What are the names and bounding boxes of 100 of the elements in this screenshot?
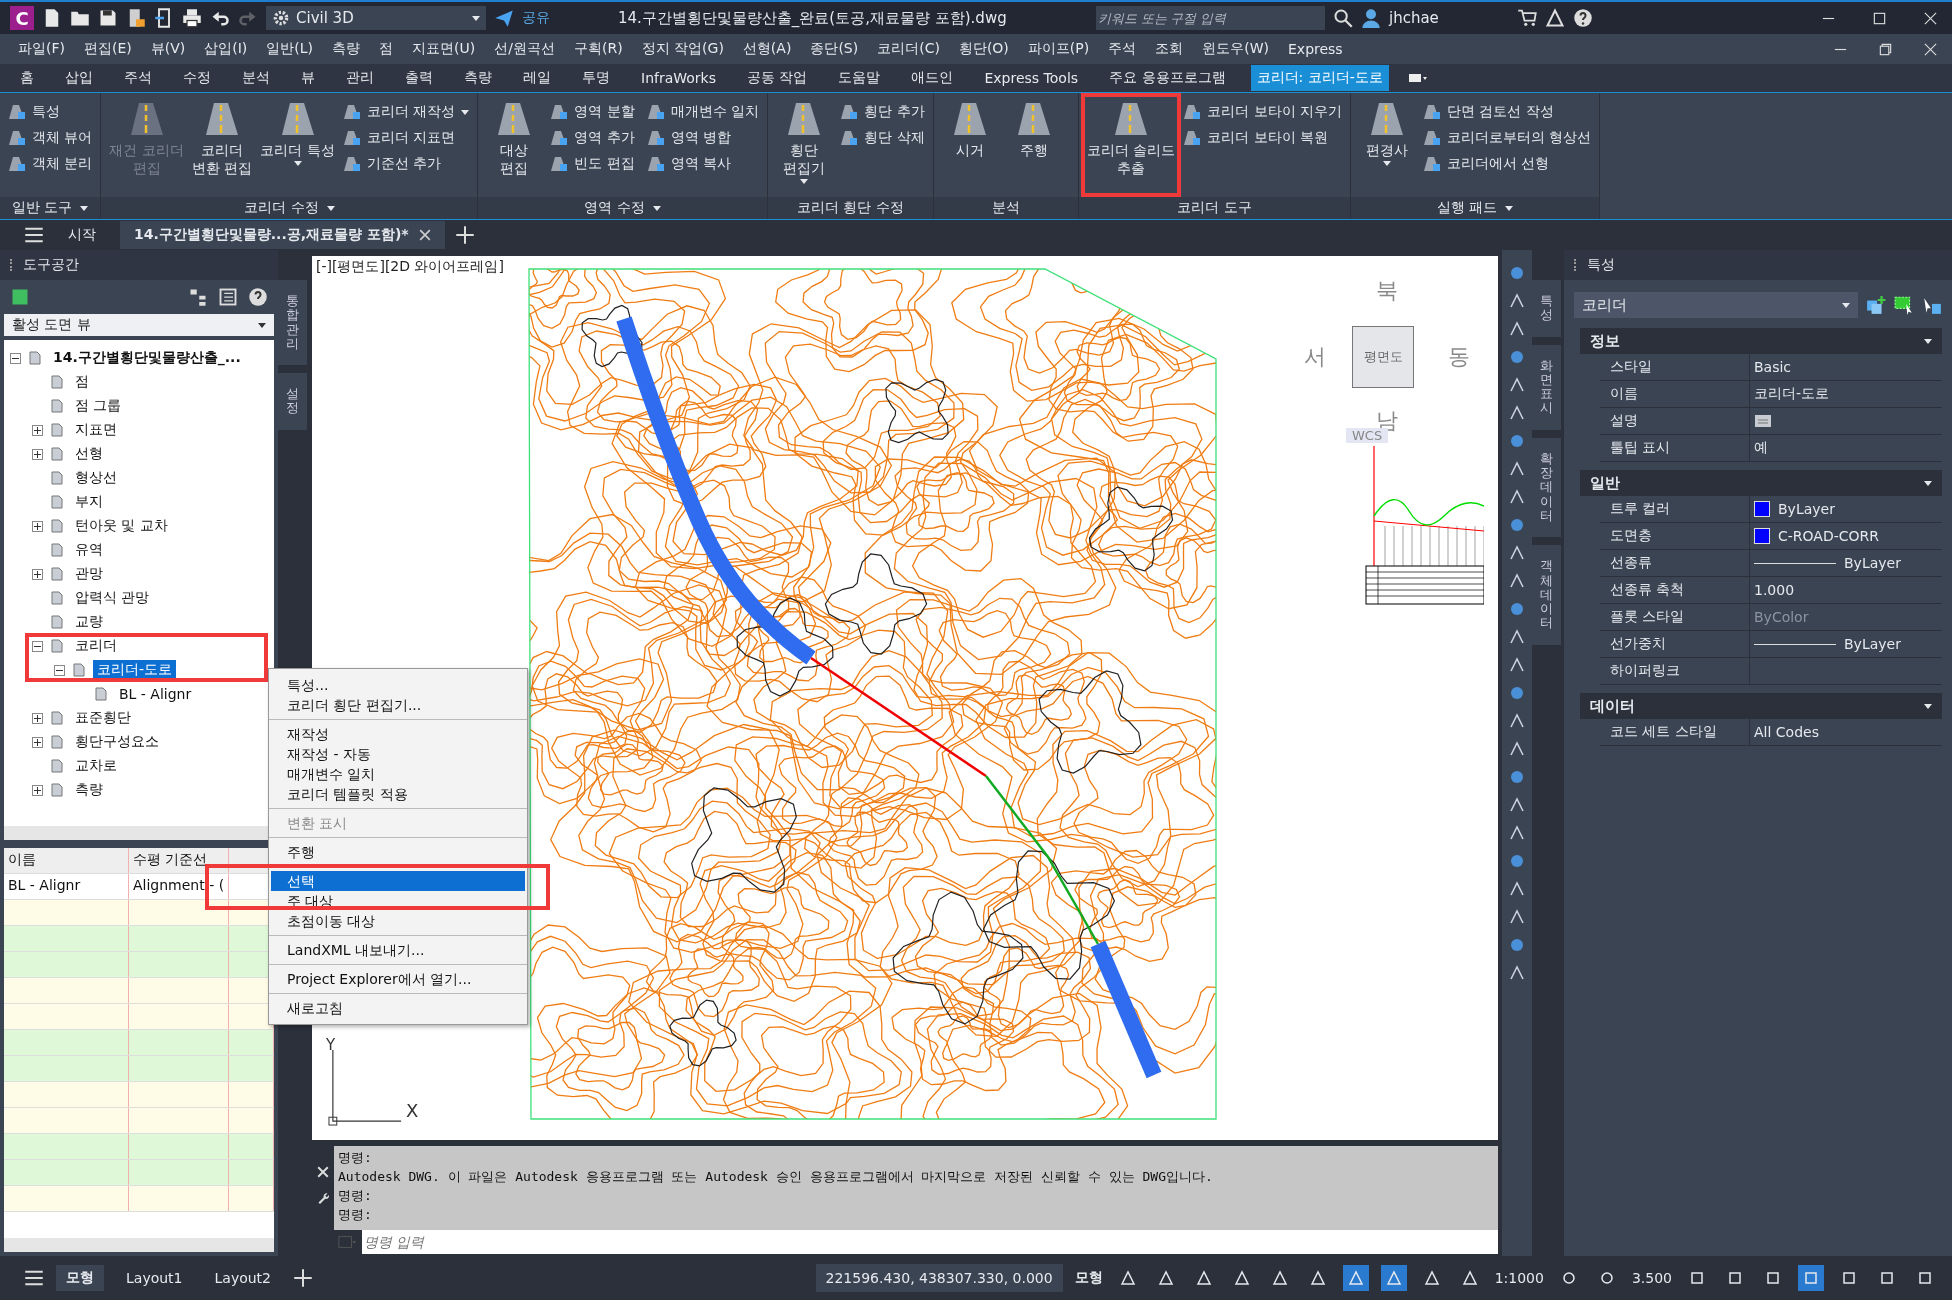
layout-tab[interactable]: Layout1 (116, 1266, 193, 1290)
section-header[interactable]: 정보 (1580, 328, 1942, 354)
annotation-scale[interactable]: 1:1000 (1494, 1270, 1544, 1286)
expand-toggle[interactable] (54, 664, 65, 676)
menu-item[interactable]: Express (1288, 41, 1343, 57)
tree-item[interactable]: 14.구간별횡단및물량산출_... (49, 348, 245, 368)
side-tab[interactable]: 통합관리 (278, 280, 307, 366)
print-icon[interactable] (182, 8, 202, 28)
expand-toggle[interactable] (32, 568, 43, 580)
tree-row[interactable]: 교차로 (4, 754, 274, 778)
property-value[interactable]: ByLayer (1844, 636, 1901, 652)
expand-toggle[interactable] (32, 640, 43, 652)
coordinates-readout[interactable]: 221596.430, 438307.330, 0.000 (815, 1264, 1063, 1292)
list-icon[interactable] (218, 287, 238, 307)
object-type-dropdown[interactable]: 코리더 (1574, 292, 1858, 318)
menu-item[interactable]: 횡단(O) (958, 40, 1009, 58)
property-value[interactable]: 1.000 (1754, 582, 1795, 598)
close-icon[interactable] (1923, 41, 1938, 57)
ribbon-tab[interactable]: 도움말 (832, 65, 887, 91)
tool-icon[interactable] (1508, 880, 1526, 898)
restore-icon[interactable] (1878, 41, 1893, 57)
elevation-readout[interactable]: 3.500 (1631, 1270, 1672, 1286)
tree-row[interactable]: 형상선 (4, 466, 274, 490)
tree-item[interactable]: 부지 (71, 492, 107, 512)
ribbon-tab[interactable]: 관리 (340, 65, 380, 91)
tree-row[interactable]: 압력식 관망 (4, 586, 274, 610)
view-cube[interactable]: 평면도 (1352, 326, 1414, 388)
ribbon-tab[interactable]: 투명 (576, 65, 616, 91)
menu-item[interactable]: 주석 (1108, 40, 1137, 58)
side-tab[interactable]: 특성 (1532, 280, 1561, 337)
ribbon-tab[interactable]: 수정 (177, 65, 217, 91)
ribbon-button[interactable]: 횡단 추가 (840, 99, 925, 125)
tool-icon[interactable] (1508, 516, 1526, 534)
ribbon-tab[interactable]: Express Tools (978, 66, 1085, 90)
tool-icon[interactable] (1508, 908, 1526, 926)
tree-row[interactable]: 횡단구성요소 (4, 730, 274, 754)
status-toggle[interactable] (1342, 1265, 1369, 1291)
panel-title[interactable]: 영역 수정 (478, 197, 768, 219)
ribbon-button[interactable]: 영역 추가 (550, 125, 635, 151)
menu-icon[interactable] (24, 1268, 44, 1288)
ribbon-tab[interactable]: 뷰 (295, 65, 321, 91)
tree-item[interactable]: 턴아웃 및 교차 (71, 516, 172, 536)
ribbon-button[interactable]: 기준선 추가 (342, 151, 470, 177)
menu-item[interactable]: 선/원곡선 (494, 40, 555, 58)
side-tab[interactable]: 설정 (278, 373, 307, 430)
share-link[interactable]: 공유 (522, 9, 550, 27)
tool-icon[interactable] (1508, 348, 1526, 366)
tool-icon[interactable] (1508, 320, 1526, 338)
tree-row[interactable]: 선형 (4, 442, 274, 466)
ribbon-tab[interactable]: 출력 (399, 65, 439, 91)
tool-icon[interactable] (1508, 740, 1526, 758)
menu-item[interactable]: 지표면(U) (412, 40, 476, 58)
ribbon-button[interactable]: 객체 뷰어 (8, 125, 93, 151)
tree-item[interactable]: 횡단구성요소 (71, 732, 163, 752)
ribbon-tab[interactable]: 주요 응용프로그램 (1103, 65, 1232, 91)
tree-row[interactable]: 부지 (4, 490, 274, 514)
user-icon[interactable] (1361, 8, 1381, 28)
ribbon-button[interactable]: 빈도 편집 (550, 151, 635, 177)
menu-item[interactable]: 윈도우(W) (1202, 40, 1269, 58)
tree-item[interactable]: 지표면 (71, 420, 121, 440)
menu-item[interactable]: 일반(L) (266, 40, 314, 58)
ribbon-button[interactable]: 영역 복사 (646, 151, 760, 177)
tool-icon[interactable] (1508, 796, 1526, 814)
tool-icon[interactable] (1508, 488, 1526, 506)
column-header[interactable]: 이름 (4, 848, 129, 873)
menu-icon[interactable] (24, 225, 44, 245)
text-editor-icon[interactable] (1754, 412, 1772, 430)
expand-toggle[interactable] (32, 448, 43, 460)
side-tab[interactable]: 확장 데이터 (1532, 437, 1561, 538)
ribbon-tab[interactable]: 삽입 (59, 65, 99, 91)
menu-item[interactable]: 선택 (271, 871, 525, 891)
ribbon-button[interactable]: 코리더 보타이 복원 (1183, 125, 1342, 151)
ribbon-button[interactable]: 코리더에서 선형 (1423, 151, 1592, 177)
tool-icon[interactable] (1508, 852, 1526, 870)
maximize-icon[interactable] (1872, 10, 1887, 26)
menu-item[interactable]: 선형(A) (742, 40, 792, 58)
menu-item[interactable]: 구획(R) (573, 40, 623, 58)
property-value[interactable]: Basic (1754, 359, 1792, 375)
ribbon-button[interactable]: 시거 (941, 99, 998, 197)
tree-row[interactable]: 코리더-도로 (4, 658, 274, 682)
layout-tab[interactable]: Layout2 (204, 1266, 281, 1290)
scrollbar[interactable] (4, 1238, 274, 1252)
tree-item[interactable]: 표준횡단 (71, 708, 135, 728)
viewport-controls[interactable]: [-][평면도][2D 와이어프레임] (316, 258, 504, 276)
user-name[interactable]: jhchae (1389, 9, 1509, 27)
expand-toggle[interactable] (32, 712, 43, 724)
ribbon-button[interactable]: 편경사 (1359, 99, 1415, 197)
tool-icon[interactable] (1508, 292, 1526, 310)
tool-icon[interactable] (1508, 964, 1526, 982)
plus-icon[interactable] (454, 225, 475, 245)
side-tab[interactable]: 화면표시 (1532, 344, 1561, 430)
panel-title[interactable]: 코리더 도구 (1078, 197, 1350, 219)
menu-item[interactable]: 편집(E) (84, 40, 132, 58)
panel-title[interactable]: 일반 도구 (0, 197, 101, 219)
tool-icon[interactable] (1508, 572, 1526, 590)
menu-item[interactable]: 종단(S) (810, 40, 859, 58)
tool-icon[interactable] (1508, 376, 1526, 394)
ribbon-button[interactable]: 영역 병합 (646, 125, 760, 151)
panel-title[interactable]: 실행 패드 (1351, 197, 1600, 219)
ribbon-button[interactable]: 코리더로부터의 형상선 (1423, 125, 1592, 151)
